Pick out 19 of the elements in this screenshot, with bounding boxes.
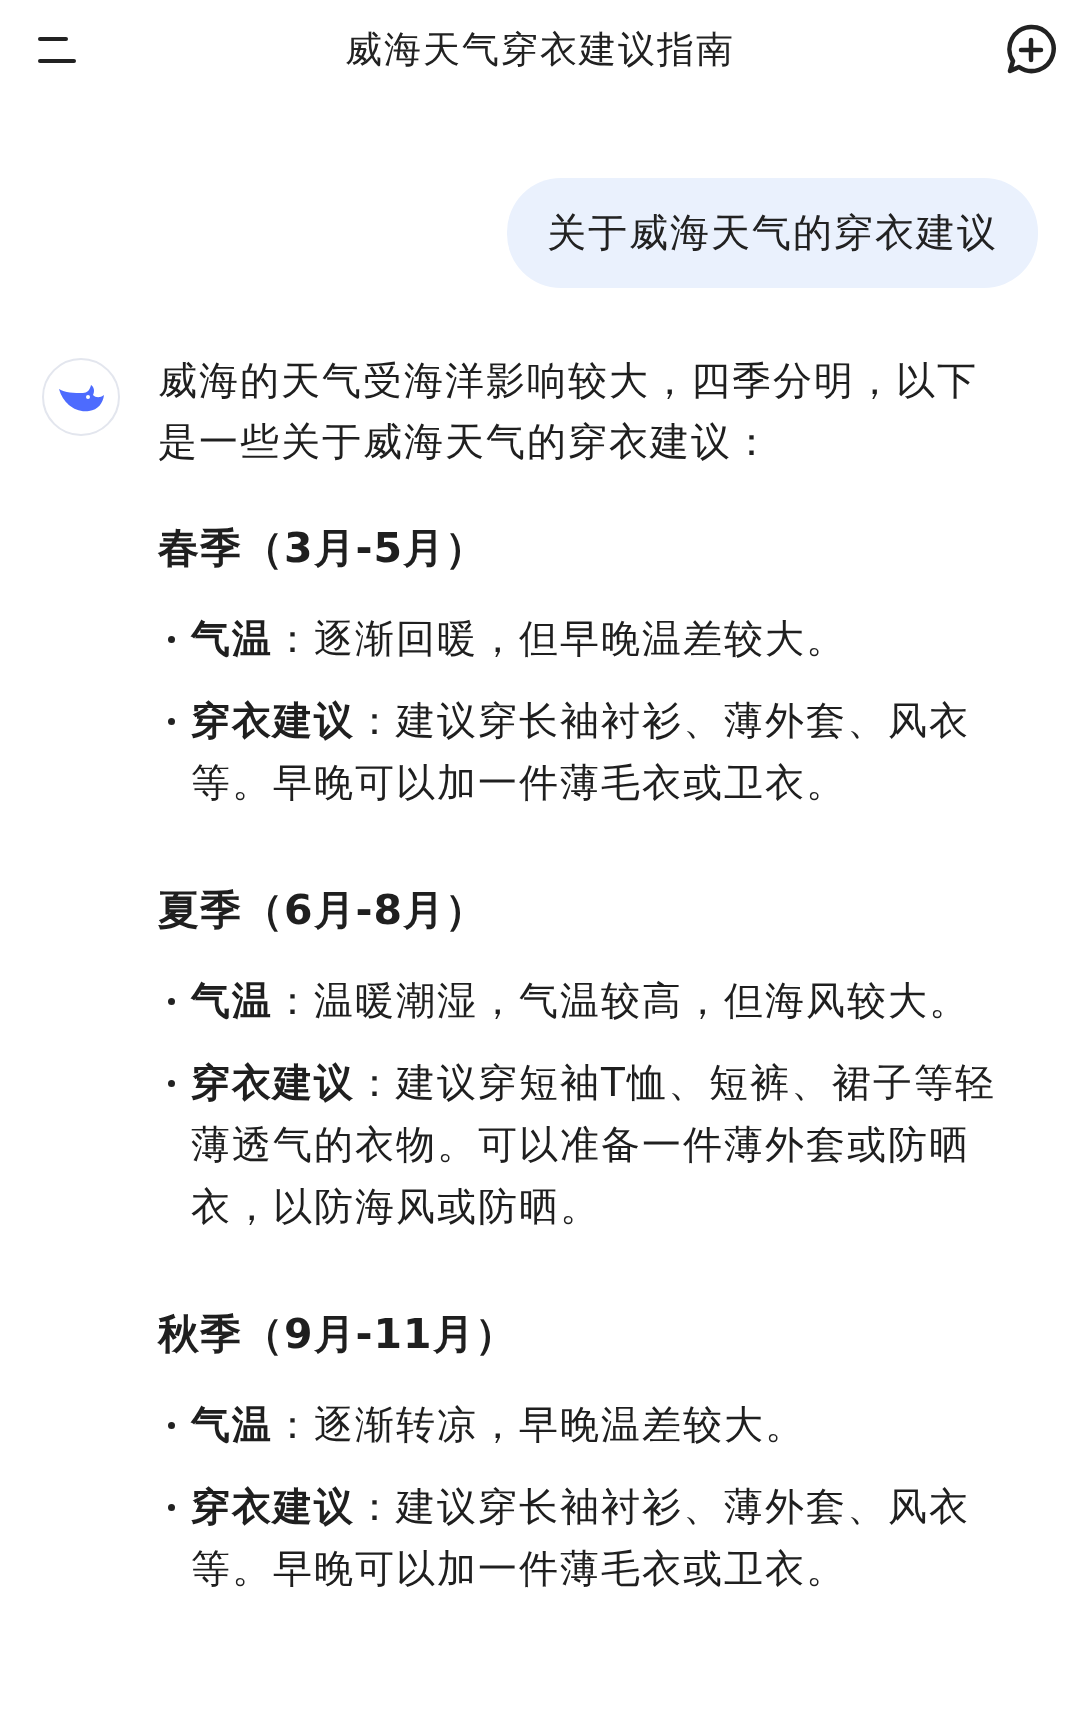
section-heading: 秋季（9月-11月） — [158, 1309, 518, 1360]
section-heading: 春季（3月-5月） — [158, 523, 489, 574]
bullet-icon — [168, 1080, 175, 1087]
menu-icon[interactable] — [38, 36, 76, 64]
bullet-icon — [168, 1504, 175, 1511]
bullet-icon — [168, 998, 175, 1005]
bullet-icon — [168, 718, 175, 725]
bullet-icon — [168, 1422, 175, 1429]
bullet-text: 气温：逐渐转凉，早晚温差较大。 — [191, 1401, 806, 1449]
bullet-text: 穿衣建议：建议穿长袖衬衫、薄外套、风衣等。早晚可以加一件薄毛衣或卫衣。 — [191, 1483, 971, 1593]
bullet-icon — [168, 636, 175, 643]
user-message: 关于威海天气的穿衣建议 — [507, 178, 1038, 288]
bullet-text: 气温：逐渐回暖，但早晚温差较大。 — [191, 615, 847, 663]
reply-intro: 威海的天气受海洋影响较大，四季分明，以下是一些关于威海天气的穿衣建议： — [158, 357, 979, 466]
section-heading: 夏季（6月-8月） — [158, 885, 489, 936]
bullet-text: 穿衣建议：建议穿短袖T恤、短裤、裙子等轻薄透气的衣物。可以准备一件薄外套或防晒衣，以防海风或防晒。 — [191, 1059, 997, 1231]
chat-title: 威海天气穿衣建议指南 — [345, 27, 735, 73]
bullet-text: 气温：温暖潮湿，气温较高，但海风较大。 — [191, 977, 970, 1025]
bullet-text: 穿衣建议：建议穿长袖衬衫、薄外套、风衣等。早晚可以加一件薄毛衣或卫衣。 — [191, 697, 971, 807]
